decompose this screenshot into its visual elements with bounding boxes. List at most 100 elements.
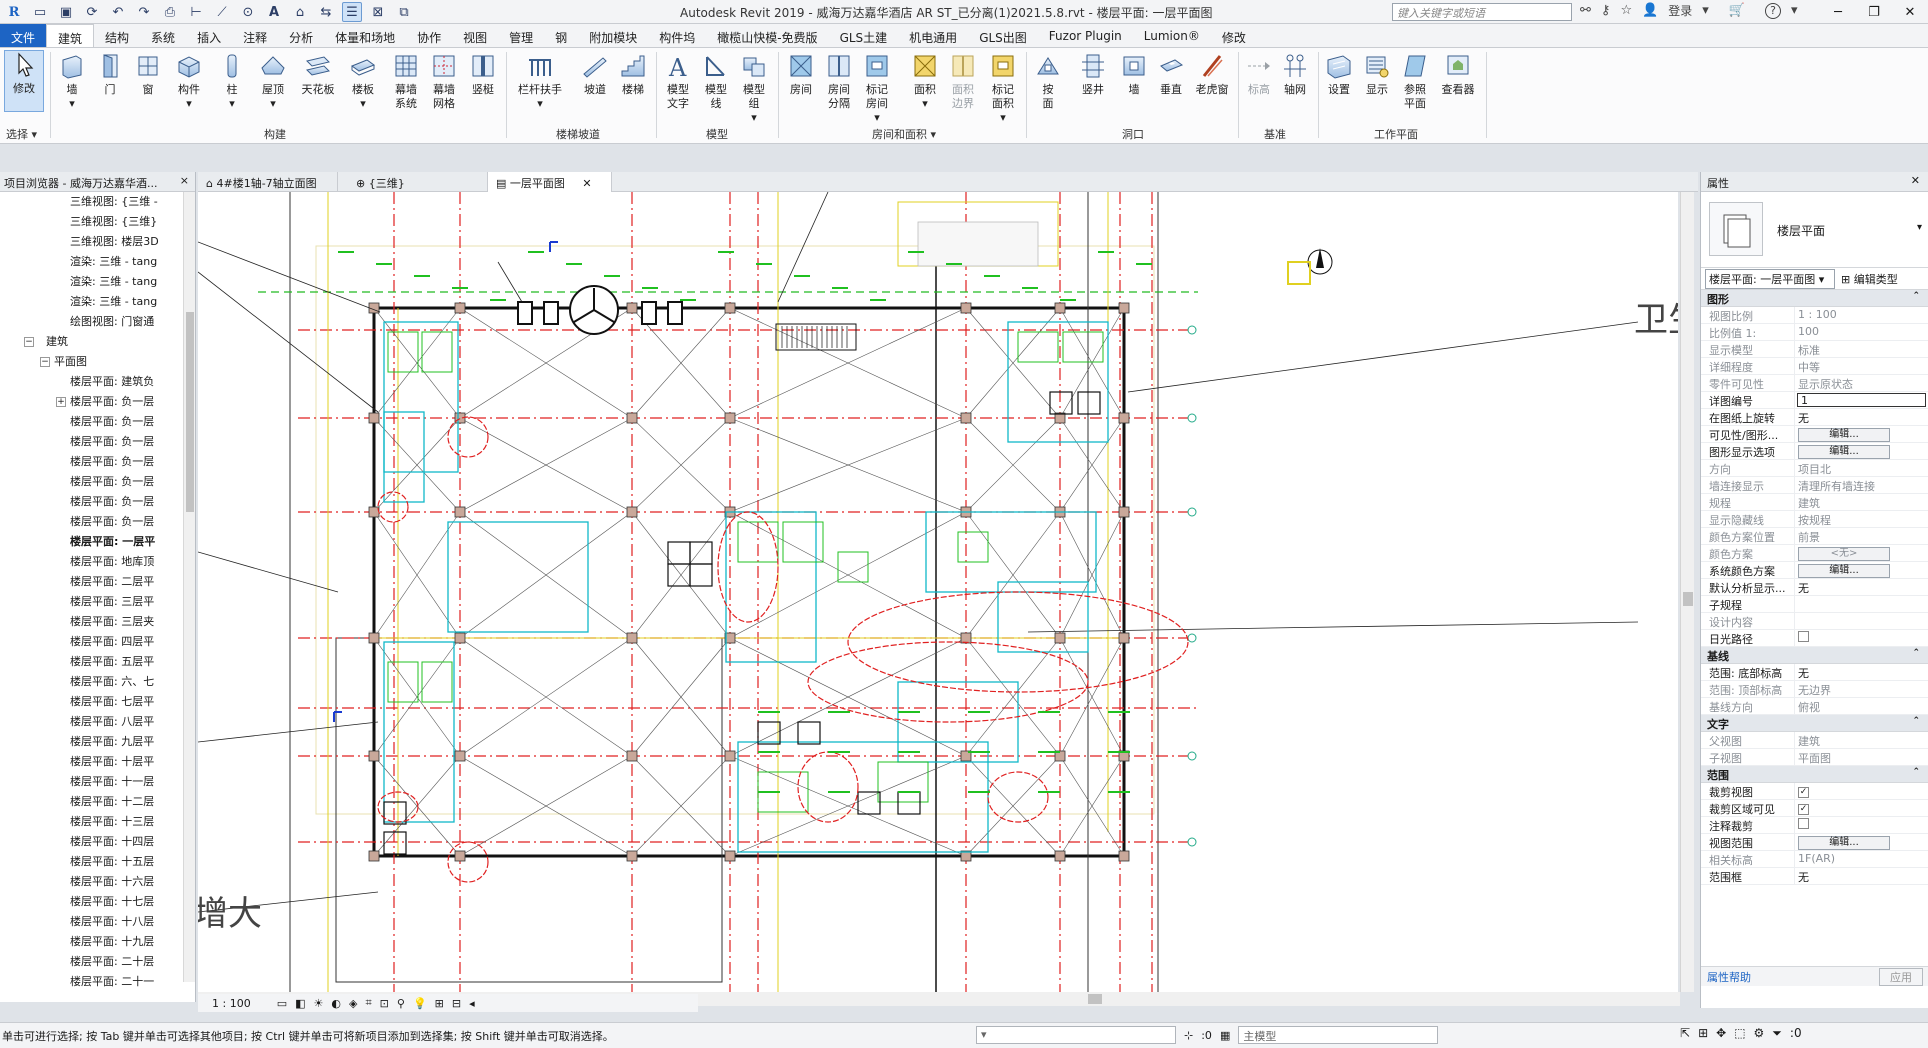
room-area-group-label[interactable]: 房间和面积 ▾ [872, 126, 936, 142]
property-group-header[interactable]: 图形 ⌃ [1701, 290, 1928, 307]
menu-tab[interactable]: Lumion® [1133, 24, 1211, 47]
property-value[interactable]: 无 [1795, 579, 1928, 595]
visual-style-icon[interactable]: ◧ [295, 997, 305, 1010]
browser-scroll-thumb[interactable] [186, 312, 194, 512]
reveal-hidden-icon[interactable]: 💡 [413, 997, 427, 1010]
save-icon[interactable]: ▣ [56, 2, 76, 22]
browser-tree-item[interactable]: 楼层平面: 二层平 [0, 572, 195, 592]
favorites-icon[interactable]: ☆ [1620, 3, 1632, 18]
design-option-dropdown[interactable]: 主模型 [1238, 1026, 1439, 1044]
cart-icon[interactable]: 🛒 [1729, 3, 1745, 18]
property-checkbox[interactable]: ✓ [1798, 787, 1809, 798]
browser-tree-item[interactable]: 楼层平面: 七层平 [0, 692, 195, 712]
sun-path-icon[interactable]: ☀ [314, 997, 324, 1010]
browser-tree-item[interactable]: 楼层平面: 一层平 [0, 532, 195, 552]
model-line-button[interactable]: 模型线 [700, 52, 732, 111]
chevron-down-icon[interactable]: ▾ [1791, 3, 1798, 18]
crop-region-icon[interactable]: ⊡ [380, 997, 389, 1010]
room-button[interactable]: 房间 [786, 52, 816, 97]
close-icon[interactable]: ✕ [1911, 174, 1920, 187]
close-tab-icon[interactable]: ✕ [582, 177, 591, 190]
stair-button[interactable]: 楼梯 [618, 52, 648, 97]
browser-tree-item[interactable]: 渲染: 三维 - tang [0, 292, 195, 312]
ceiling-button[interactable]: 天花板 [298, 52, 338, 97]
collapse-icon[interactable]: − [24, 337, 34, 347]
select-links-icon[interactable]: ⇱ [1680, 1026, 1690, 1041]
help-icon[interactable]: ? [1765, 2, 1782, 19]
worksets-icon[interactable]: ⊹ [1184, 1029, 1193, 1042]
by-face-button[interactable]: 按面 [1034, 52, 1062, 111]
browser-tree-item[interactable]: 楼层平面: 十九层 [0, 932, 195, 952]
tag-icon[interactable]: ⊙ [238, 2, 258, 22]
browser-tree-item[interactable]: − 平面图 [0, 352, 195, 372]
collapse-icon[interactable]: ⌃ [1912, 767, 1920, 777]
menu-tab[interactable]: Fuzor Plugin [1038, 24, 1133, 47]
collapse-icon[interactable]: − [40, 357, 50, 367]
menu-tab[interactable]: GLS出图 [968, 24, 1038, 47]
menu-tab[interactable]: 系统 [140, 24, 186, 47]
property-value[interactable]: 无 [1795, 409, 1928, 425]
menu-tab[interactable]: 建筑 [46, 24, 95, 47]
property-checkbox[interactable] [1798, 631, 1809, 642]
tab-floor-plan[interactable]: ▤ 一层平面图 ✕ [488, 172, 612, 192]
browser-tree-item[interactable]: 渲染: 三维 - tang [0, 272, 195, 292]
redo-icon[interactable]: ↷ [134, 2, 154, 22]
drag-elements-icon[interactable]: ⚙ [1754, 1026, 1765, 1041]
edit-type-button[interactable]: ⊞ 编辑类型 [1841, 271, 1898, 287]
browser-scrollbar[interactable] [183, 192, 195, 982]
select-group-label[interactable]: 选择 ▾ [6, 126, 37, 142]
collapse-icon[interactable]: ⌃ [1912, 648, 1920, 658]
browser-tree-item[interactable]: 楼层平面: 十八层 [0, 912, 195, 932]
property-edit-button[interactable]: 编辑... [1798, 836, 1890, 850]
component-button[interactable]: 构件 ▾ [172, 52, 206, 111]
browser-tree-item[interactable]: 楼层平面: 十七层 [0, 892, 195, 912]
curtain-system-button[interactable]: 幕墙 系统 [388, 52, 424, 111]
binoculars-icon[interactable]: ⚯ [1580, 3, 1591, 18]
property-value[interactable]: 无 [1795, 664, 1928, 680]
scroll-left-icon[interactable]: ◂ [469, 997, 475, 1010]
model-group-button[interactable]: 模型组 ▾ [738, 52, 770, 125]
ref-plane-button[interactable]: 参照 平面 [1400, 52, 1430, 111]
text-icon[interactable]: A [264, 2, 284, 22]
property-input[interactable]: 1 [1797, 393, 1926, 407]
menu-tab[interactable]: 修改 [1211, 24, 1257, 47]
analysis-icon[interactable]: ⊞ [435, 997, 444, 1010]
login-link[interactable]: 登录 [1668, 2, 1692, 19]
open-icon[interactable]: ▭ [30, 2, 50, 22]
drawing-canvas[interactable]: 卫生 增大 [198, 192, 1678, 992]
mullion-button[interactable]: 竖梃 [468, 52, 498, 97]
3d-view-icon[interactable]: ⌂ [290, 2, 310, 22]
window-button[interactable]: 窗 [134, 52, 162, 97]
browser-tree-item[interactable]: 楼层平面: 负一层 [0, 432, 195, 452]
close-hidden-icon[interactable]: ⊠ [368, 2, 388, 22]
grid-button[interactable]: 轴网 [1280, 52, 1310, 97]
browser-tree-item[interactable]: 楼层平面: 负一层 [0, 412, 195, 432]
door-button[interactable]: 门 [96, 52, 124, 97]
browser-tree-item[interactable]: 楼层平面: 九层平 [0, 732, 195, 752]
apply-button[interactable]: 应用 [1879, 967, 1923, 986]
property-value[interactable]: 无 [1795, 868, 1928, 884]
property-group-header[interactable]: 范围 ⌃ [1701, 766, 1928, 783]
area-boundary-button[interactable]: 面积 边界 [948, 52, 978, 111]
property-group-header[interactable]: 基线 ⌃ [1701, 647, 1928, 664]
workset-dropdown[interactable]: ▾ [976, 1026, 1176, 1044]
collapse-icon[interactable]: ⌃ [1912, 716, 1920, 726]
sync-icon[interactable]: ⟳ [82, 2, 102, 22]
floor-button[interactable]: 楼板 ▾ [348, 52, 378, 111]
render-icon[interactable]: ◈ [349, 997, 357, 1010]
browser-tree-item[interactable]: 楼层平面: 负一层 [0, 492, 195, 512]
browser-tree-item[interactable]: − 建筑 [0, 332, 195, 352]
menu-tab[interactable]: 机电通用 [898, 24, 968, 47]
crop-view-icon[interactable]: ⌗ [365, 996, 371, 1010]
menu-tab[interactable]: 分析 [278, 24, 324, 47]
model-text-button[interactable]: A 模型 文字 [662, 52, 694, 111]
select-underlay-icon[interactable]: ⊞ [1698, 1026, 1708, 1041]
property-value[interactable] [1795, 596, 1928, 612]
property-checkbox[interactable]: ✓ [1798, 804, 1809, 815]
browser-tree-item[interactable]: + 楼层平面: 负一层 [0, 392, 195, 412]
undo-icon[interactable]: ↶ [108, 2, 128, 22]
menu-tab[interactable]: 管理 [498, 24, 544, 47]
wall-button[interactable]: 墙 ▾ [58, 52, 86, 111]
browser-tree-item[interactable]: 楼层平面: 八层平 [0, 712, 195, 732]
restore-button[interactable]: ❐ [1856, 0, 1892, 24]
